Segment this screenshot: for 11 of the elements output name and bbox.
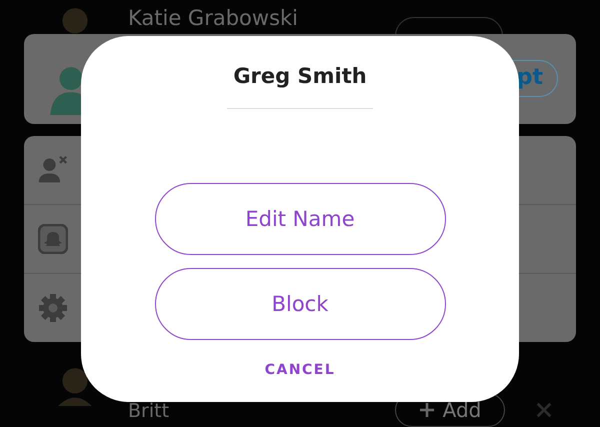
friend-name: Britt — [128, 400, 170, 422]
ghost-icon[interactable] — [38, 224, 68, 254]
dialog-button[interactable]: Block — [154, 268, 446, 340]
close-icon[interactable] — [535, 401, 553, 419]
settings-icon[interactable] — [38, 292, 68, 323]
cancel-button[interactable]: CANCEL — [260, 358, 340, 382]
dialog-title: Greg Smith — [233, 64, 367, 88]
friend-name: Katie Grabowski — [128, 5, 298, 31]
dialog-button[interactable]: Edit Name — [154, 183, 446, 255]
remove-friend-icon[interactable] — [38, 154, 68, 185]
plus-icon — [418, 402, 435, 418]
